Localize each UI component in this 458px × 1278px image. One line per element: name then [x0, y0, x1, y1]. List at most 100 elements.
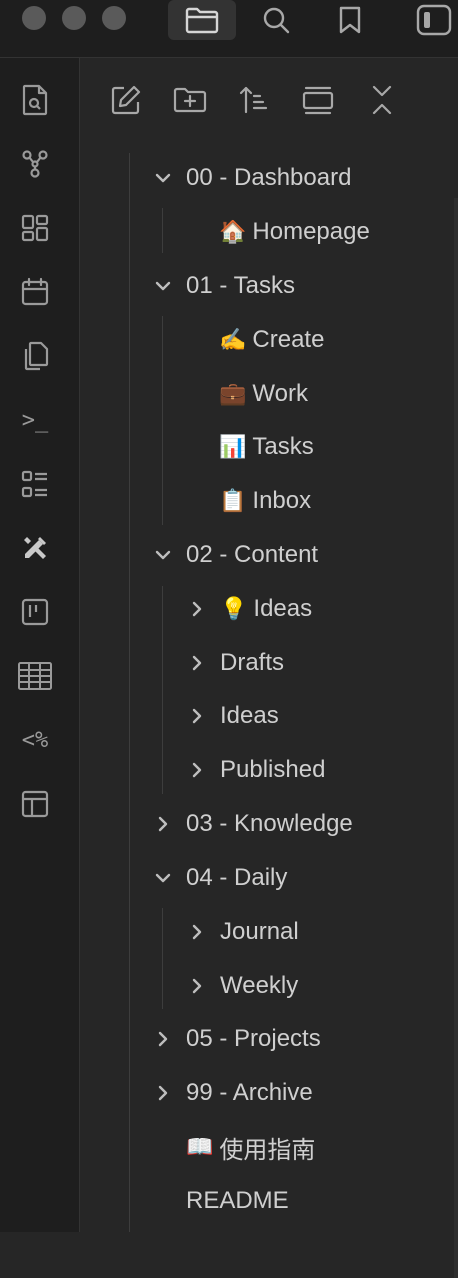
- folder-label: 01 - Tasks: [186, 272, 295, 299]
- folder-label: 02 - Content: [186, 541, 319, 568]
- bar-chart-icon: 📊: [219, 434, 247, 459]
- new-note-button[interactable]: [108, 82, 144, 118]
- kanban-button[interactable]: [18, 595, 52, 629]
- list-icon: [21, 470, 47, 498]
- search-file-icon: [22, 84, 48, 116]
- clipboard-icon: 📋: [219, 488, 247, 513]
- sidebar-toggle-icon: [416, 4, 452, 36]
- copy-button[interactable]: [18, 339, 52, 373]
- file-item[interactable]: 📖 使用指南: [186, 1127, 315, 1167]
- file-item[interactable]: README: [186, 1181, 289, 1221]
- tree-guide-content: [162, 586, 163, 794]
- folder-icon: [185, 7, 219, 34]
- new-folder-button[interactable]: [172, 82, 208, 118]
- folder-label: 99 - Archive: [186, 1079, 313, 1106]
- house-icon: 🏠: [219, 219, 247, 244]
- folder-item[interactable]: Ideas: [186, 696, 279, 736]
- chevron-down-icon: [152, 544, 174, 566]
- sort-icon: [239, 86, 268, 114]
- file-label: Inbox: [252, 487, 312, 514]
- chevron-right-icon: [186, 975, 208, 997]
- file-item[interactable]: 📋 Inbox: [219, 481, 311, 521]
- file-label: 使用指南: [219, 1136, 316, 1164]
- folder-label: 05 - Projects: [186, 1025, 321, 1052]
- file-item[interactable]: 💼 Work: [219, 374, 308, 414]
- folder-item[interactable]: Drafts: [186, 643, 284, 683]
- title-bar: [0, 0, 458, 58]
- chevron-right-icon: [186, 759, 208, 781]
- graph-view-button[interactable]: [18, 147, 52, 181]
- outline-button[interactable]: [18, 467, 52, 501]
- folder-label: Ideas: [253, 595, 313, 622]
- folder-item[interactable]: 04 - Daily: [152, 858, 287, 898]
- layout-icon: [21, 790, 49, 818]
- file-label: Homepage: [252, 218, 370, 245]
- collapse-all-icon: [372, 85, 392, 115]
- close-window-button[interactable]: [22, 6, 46, 30]
- chevron-right-icon: [186, 921, 208, 943]
- folder-label: Journal: [220, 918, 299, 945]
- templater-button[interactable]: <%: [14, 723, 56, 757]
- tools-button[interactable]: [18, 531, 52, 565]
- explorer-scrollbar[interactable]: [454, 198, 458, 1278]
- folder-item[interactable]: Published: [186, 750, 325, 790]
- folder-item[interactable]: 00 - Dashboard: [152, 158, 351, 198]
- briefcase-icon: 💼: [219, 381, 247, 406]
- daily-note-button[interactable]: [18, 275, 52, 309]
- folder-label: 04 - Daily: [186, 864, 288, 891]
- folder-item[interactable]: 03 - Knowledge: [152, 804, 353, 844]
- collapse-view-icon: [302, 86, 334, 115]
- folder-item[interactable]: 01 - Tasks: [152, 266, 295, 306]
- chevron-right-icon: [152, 1082, 174, 1104]
- file-label: Tasks: [252, 433, 314, 460]
- collapse-view-button[interactable]: [300, 82, 336, 118]
- dashboard-button[interactable]: [18, 211, 52, 245]
- file-explorer: 00 - Dashboard 🏠 Homepage 01 - Tasks ✍️ …: [80, 58, 458, 1278]
- sidebar-toggle-button[interactable]: [414, 0, 454, 40]
- file-label: Create: [252, 326, 325, 353]
- tools-icon: [24, 537, 46, 559]
- tree-guide-root: [129, 153, 130, 1232]
- terminal-button[interactable]: >_: [18, 403, 52, 437]
- light-bulb-icon: 💡: [220, 596, 248, 621]
- files-tab[interactable]: [168, 0, 236, 40]
- tree-guide-dashboard: [162, 208, 163, 253]
- folder-label: 00 - Dashboard: [186, 164, 352, 191]
- quick-switcher-button[interactable]: [18, 83, 52, 117]
- chevron-right-icon: [152, 1028, 174, 1050]
- folder-item[interactable]: 05 - Projects: [152, 1019, 321, 1059]
- folder-item[interactable]: 99 - Archive: [152, 1073, 313, 1113]
- folder-label: Drafts: [220, 649, 285, 676]
- chevron-down-icon: [152, 275, 174, 297]
- file-item[interactable]: 🏠 Homepage: [219, 212, 370, 252]
- file-item[interactable]: ✍️ Create: [219, 320, 324, 360]
- graph-icon: [22, 150, 48, 178]
- chevron-right-icon: [186, 652, 208, 674]
- file-label: README: [186, 1187, 289, 1214]
- folder-label: Published: [220, 756, 326, 783]
- folder-label: Weekly: [220, 972, 299, 999]
- chevron-right-icon: [152, 813, 174, 835]
- kanban-icon: [21, 598, 49, 626]
- templater-icon: <%: [21, 727, 49, 753]
- new-folder-icon: [173, 87, 207, 113]
- chevron-down-icon: [152, 867, 174, 889]
- file-item[interactable]: 📊 Tasks: [219, 427, 314, 467]
- zoom-window-button[interactable]: [102, 6, 126, 30]
- bookmarks-tab[interactable]: [330, 0, 370, 40]
- table-button[interactable]: [18, 659, 52, 693]
- bookmark-icon: [339, 6, 361, 34]
- file-label: Work: [252, 380, 308, 407]
- table-icon: [18, 662, 52, 690]
- writing-hand-icon: ✍️: [219, 327, 247, 352]
- minimize-window-button[interactable]: [62, 6, 86, 30]
- folder-item[interactable]: 02 - Content: [152, 535, 318, 575]
- layout-button[interactable]: [18, 787, 52, 821]
- collapse-all-button[interactable]: [364, 82, 400, 118]
- folder-item[interactable]: 💡 Ideas: [186, 589, 312, 629]
- folder-item[interactable]: Journal: [186, 912, 299, 952]
- search-tab[interactable]: [256, 0, 296, 40]
- sort-button[interactable]: [236, 82, 272, 118]
- folder-item[interactable]: Weekly: [186, 966, 298, 1006]
- chevron-down-icon: [152, 167, 174, 189]
